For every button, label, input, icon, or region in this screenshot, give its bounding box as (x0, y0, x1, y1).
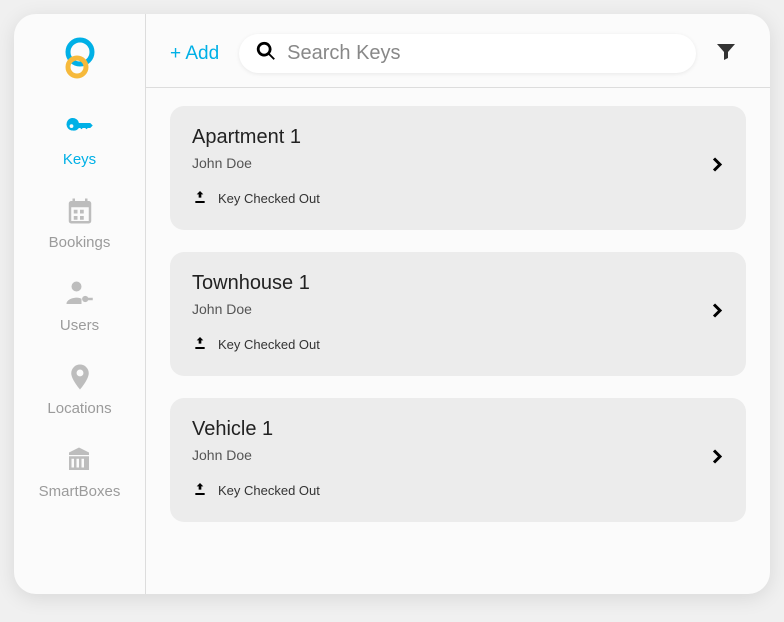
topbar: + Add (146, 14, 770, 88)
key-status-row: Key Checked Out (192, 335, 724, 354)
smartbox-icon (64, 445, 94, 479)
app-window: Keys Bookings Users (14, 14, 770, 594)
key-card: Apartment 1 John Doe Key Checked Out (170, 106, 746, 230)
sidebar-item-label: Bookings (49, 234, 111, 251)
search-icon (255, 40, 277, 67)
sidebar-item-label: Users (60, 317, 99, 334)
key-icon (64, 113, 94, 147)
key-status-row: Key Checked Out (192, 481, 724, 500)
filter-icon (714, 50, 738, 67)
key-title: Vehicle 1 (192, 418, 724, 441)
key-owner: John Doe (192, 447, 724, 463)
keys-list: Apartment 1 John Doe Key Checked Out Tow… (146, 88, 770, 540)
search-field-wrap[interactable] (239, 34, 696, 73)
chevron-right-icon (708, 447, 726, 477)
sidebar-item-users[interactable]: Users (60, 279, 99, 334)
key-owner: John Doe (192, 301, 724, 317)
chevron-right-icon (708, 155, 726, 185)
main-panel: + Add Apartment 1 John Doe (146, 14, 770, 594)
user-key-icon (64, 279, 94, 313)
app-logo (60, 36, 100, 85)
checked-out-icon (192, 481, 208, 500)
key-status-text: Key Checked Out (218, 483, 320, 498)
calendar-icon (65, 196, 95, 230)
sidebar-item-locations[interactable]: Locations (47, 362, 111, 417)
key-title: Apartment 1 (192, 126, 724, 149)
add-button[interactable]: + Add (164, 39, 225, 69)
sidebar: Keys Bookings Users (14, 14, 146, 594)
chevron-right-icon (708, 301, 726, 331)
open-key-button[interactable] (708, 297, 726, 332)
key-status-text: Key Checked Out (218, 191, 320, 206)
sidebar-item-label: Locations (47, 400, 111, 417)
open-key-button[interactable] (708, 151, 726, 186)
checked-out-icon (192, 189, 208, 208)
filter-button[interactable] (710, 35, 742, 72)
key-owner: John Doe (192, 155, 724, 171)
key-status-row: Key Checked Out (192, 189, 724, 208)
sidebar-item-keys[interactable]: Keys (63, 113, 96, 168)
search-input[interactable] (287, 42, 680, 65)
sidebar-item-smartboxes[interactable]: SmartBoxes (39, 445, 121, 500)
open-key-button[interactable] (708, 443, 726, 478)
sidebar-item-label: Keys (63, 151, 96, 168)
sidebar-item-label: SmartBoxes (39, 483, 121, 500)
checked-out-icon (192, 335, 208, 354)
key-title: Townhouse 1 (192, 272, 724, 295)
sidebar-item-bookings[interactable]: Bookings (49, 196, 111, 251)
key-status-text: Key Checked Out (218, 337, 320, 352)
key-card: Vehicle 1 John Doe Key Checked Out (170, 398, 746, 522)
location-pin-icon (65, 362, 95, 396)
key-card: Townhouse 1 John Doe Key Checked Out (170, 252, 746, 376)
